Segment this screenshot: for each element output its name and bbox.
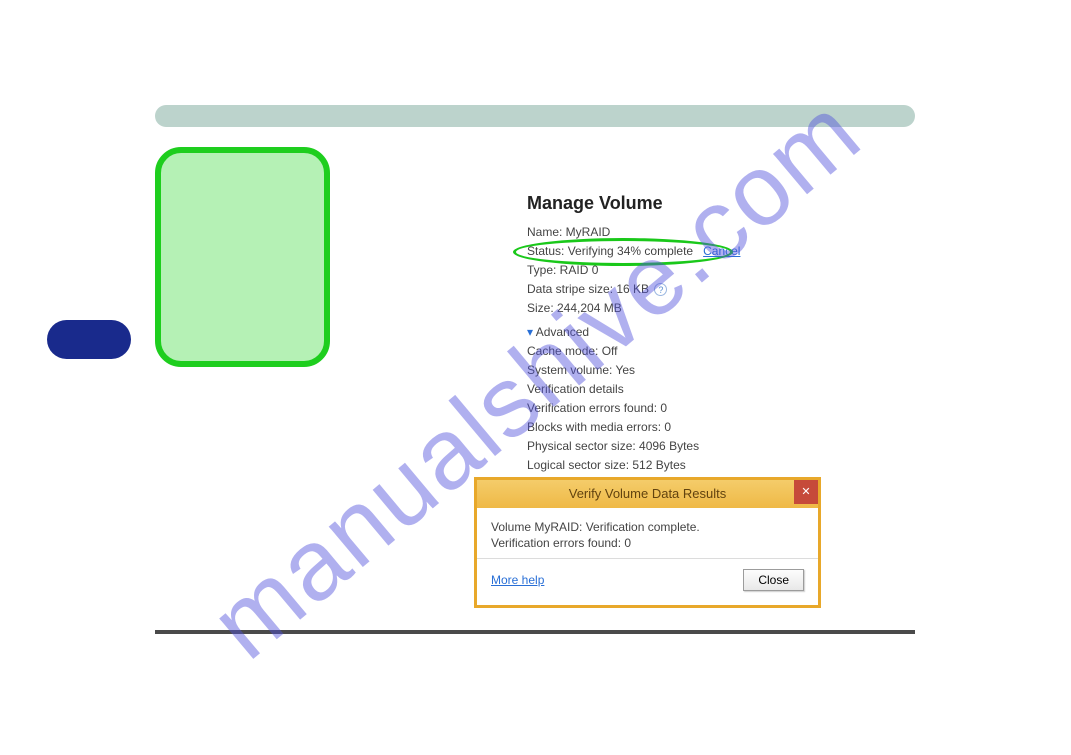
blocks-media-row: Blocks with media errors: 0 xyxy=(527,418,857,436)
cache-mode-row: Cache mode: Off xyxy=(527,342,857,360)
dialog-close-button[interactable]: ✕ xyxy=(794,480,818,504)
chevron-down-icon: ▾ xyxy=(527,325,533,339)
dialog-titlebar: Verify Volume Data Results ✕ xyxy=(477,480,818,508)
info-icon[interactable]: ? xyxy=(654,283,667,296)
close-button[interactable]: Close xyxy=(743,569,804,591)
stripe-text: Data stripe size: 16 KB xyxy=(527,282,649,296)
verification-details-row: Verification details xyxy=(527,380,857,398)
type-row: Type: RAID 0 xyxy=(527,261,857,279)
dialog-body: Volume MyRAID: Verification complete. Ve… xyxy=(477,508,818,558)
dialog-line2: Verification errors found: 0 xyxy=(491,536,804,550)
advanced-toggle[interactable]: ▾ Advanced xyxy=(527,323,857,341)
log-sector-row: Logical sector size: 512 Bytes xyxy=(527,456,857,474)
cancel-link[interactable]: Cancel xyxy=(703,244,740,258)
dialog-title-text: Verify Volume Data Results xyxy=(569,486,727,501)
advanced-label: Advanced xyxy=(536,325,589,339)
bottom-divider xyxy=(155,630,915,634)
top-decor-bar xyxy=(155,105,915,127)
size-row: Size: 244,204 MB xyxy=(527,299,857,317)
status-row: Status: Verifying 34% complete Cancel xyxy=(527,242,857,260)
verif-errors-row: Verification errors found: 0 xyxy=(527,399,857,417)
manage-volume-panel: Manage Volume Name: MyRAID Status: Verif… xyxy=(527,190,857,475)
name-row: Name: MyRAID xyxy=(527,223,857,241)
results-dialog: Verify Volume Data Results ✕ Volume MyRA… xyxy=(475,478,820,607)
phys-sector-row: Physical sector size: 4096 Bytes xyxy=(527,437,857,455)
dialog-line1: Volume MyRAID: Verification complete. xyxy=(491,520,804,534)
system-volume-row: System volume: Yes xyxy=(527,361,857,379)
highlight-box-left xyxy=(155,147,330,367)
status-text: Status: Verifying 34% complete xyxy=(527,244,693,258)
page-tab-marker xyxy=(47,320,131,359)
stripe-row: Data stripe size: 16 KB ? xyxy=(527,280,857,298)
more-help-link[interactable]: More help xyxy=(491,573,544,587)
dialog-footer: More help Close xyxy=(477,558,818,605)
panel-heading: Manage Volume xyxy=(527,190,857,217)
close-icon: ✕ xyxy=(801,486,810,498)
